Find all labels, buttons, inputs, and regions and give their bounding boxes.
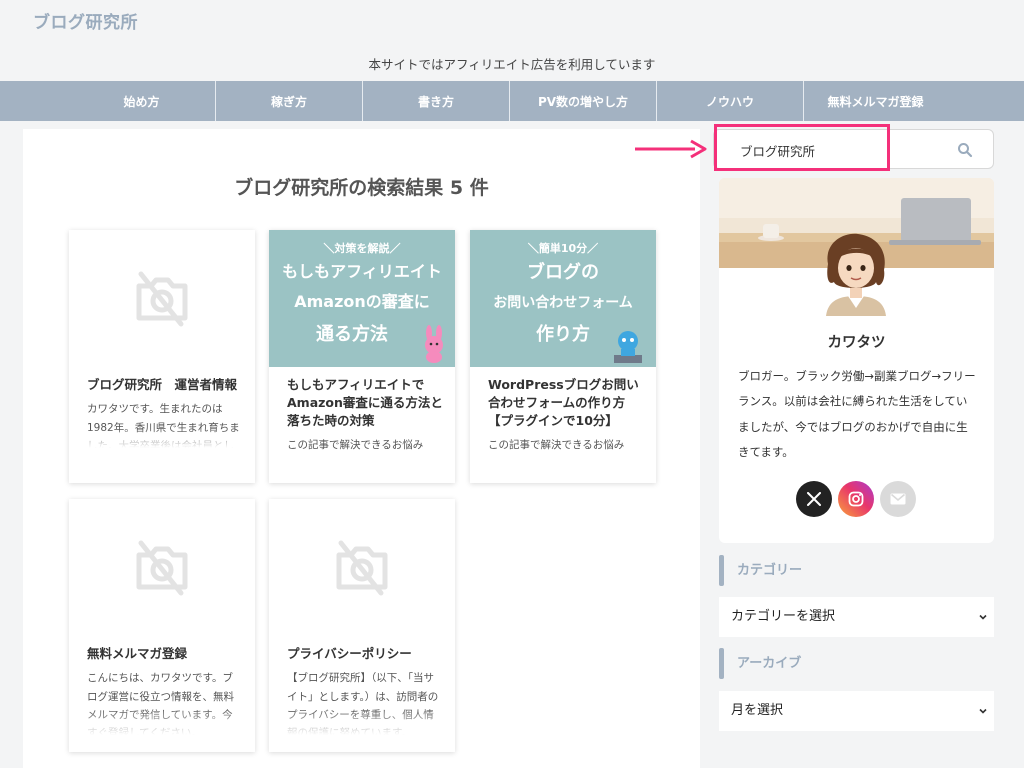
card-excerpt: こんにちは、カワタツです。ブログ運営に役立つ情報を、無料メルマガで発信しています… [87,672,234,736]
thumb-line: お問い合わせフォーム [493,295,633,311]
instagram-icon[interactable] [838,481,874,517]
no-image-icon [69,499,255,636]
card-thumbnail: ＼簡単10分／ ブログの お問い合わせフォーム 作り方 [470,230,656,367]
search-box [713,129,994,169]
nav-item-start[interactable]: 始め方 [68,81,215,121]
profile-card: カワタツ ブロガー。ブラック労働→副業ブログ→フリーランス。以前は会社に縛られた… [719,178,994,543]
card-title: 無料メルマガ登録 [87,646,188,661]
nav-item-pv[interactable]: PV数の増やし方 [509,81,656,121]
rabbit-icon [425,325,443,363]
nav-item-write[interactable]: 書き方 [362,81,509,121]
no-image-icon [269,499,455,636]
nav-item-knowhow[interactable]: ノウハウ [656,81,803,121]
card-title: WordPressブログお問い合わせフォームの作り方【プラグインで10分】 [488,377,639,429]
site-title[interactable]: ブログ研究所 [33,8,138,33]
search-input[interactable] [740,140,940,160]
robot-icon [614,331,642,363]
thumb-line: Amazonの審査に [294,292,430,311]
mail-icon[interactable] [880,481,916,517]
no-image-icon [69,230,255,367]
article-card[interactable]: プライバシーポリシー 【ブログ研究所】（以下、「当サイト」とします。）は、訪問者… [269,499,455,752]
category-select-value: カテゴリーを選択 [731,609,836,624]
archive-select[interactable]: 月を選択 [719,691,994,731]
archive-widget-title: アーカイブ [719,648,994,679]
card-excerpt: この記事で解決できるお悩み [287,439,424,452]
category-select[interactable]: カテゴリーを選択 [719,597,994,637]
card-title: もしもアフィリエイトでAmazon審査に通る方法と落ちた時の対策 [287,377,443,429]
search-icon[interactable] [957,142,973,158]
arrow-icon [635,139,707,159]
card-excerpt: この記事で解決できるお悩み [488,439,625,452]
avatar [826,233,886,316]
thumb-line: ブログの [527,262,599,283]
thumb-sub: ＼対策を解説／ [323,242,401,255]
card-title: ブログ研究所 運営者情報 [87,377,238,392]
profile-name: カワタツ [827,335,886,351]
global-nav: 始め方 稼ぎ方 書き方 PV数の増やし方 ノウハウ 無料メルマガ登録 [0,81,1024,121]
archive-select-value: 月を選択 [731,703,784,718]
article-card[interactable]: 無料メルマガ登録 こんにちは、カワタツです。ブログ運営に役立つ情報を、無料メルマ… [69,499,255,752]
thumb-sub: ＼簡単10分／ [527,242,599,255]
article-card[interactable]: ＼簡単10分／ ブログの お問い合わせフォーム 作り方 WordPressブログ… [470,230,656,483]
thumb-line: もしもアフィリエイト [282,262,442,281]
ad-notice: 本サイトではアフィリエイト広告を利用しています [368,57,656,72]
nav-item-earn[interactable]: 稼ぎ方 [215,81,362,121]
article-card[interactable]: ＼対策を解説／ もしもアフィリエイト Amazonの審査に 通る方法 もしもアフ… [269,230,455,483]
main-content: ブログ研究所の検索結果 5 件 ブログ研究所 運営者情報 カワタツです。生まれた… [23,129,700,768]
card-title: プライバシーポリシー [287,646,412,661]
search-result-heading: ブログ研究所の検索結果 5 件 [234,177,489,199]
chevron-down-icon [979,708,987,714]
profile-bio: ブロガー。ブラック労働→副業ブログ→フリーランス。以前は会社に縛られた生活をして… [738,369,976,459]
card-excerpt: 【ブログ研究所】（以下、「当サイト」とします。）は、訪問者のプライバシーを尊重し… [287,672,439,736]
nav-item-newsletter[interactable]: 無料メルマガ登録 [803,81,947,121]
category-widget-title: カテゴリー [719,555,994,586]
x-icon[interactable] [796,481,832,517]
card-excerpt: カワタツです。生まれたのは1982年。香川県で生まれ育ちました。大学卒業後は会社… [87,403,240,449]
card-thumbnail: ＼対策を解説／ もしもアフィリエイト Amazonの審査に 通る方法 [269,230,455,367]
article-card[interactable]: ブログ研究所 運営者情報 カワタツです。生まれたのは1982年。香川県で生まれ育… [69,230,255,483]
chevron-down-icon [979,614,987,620]
